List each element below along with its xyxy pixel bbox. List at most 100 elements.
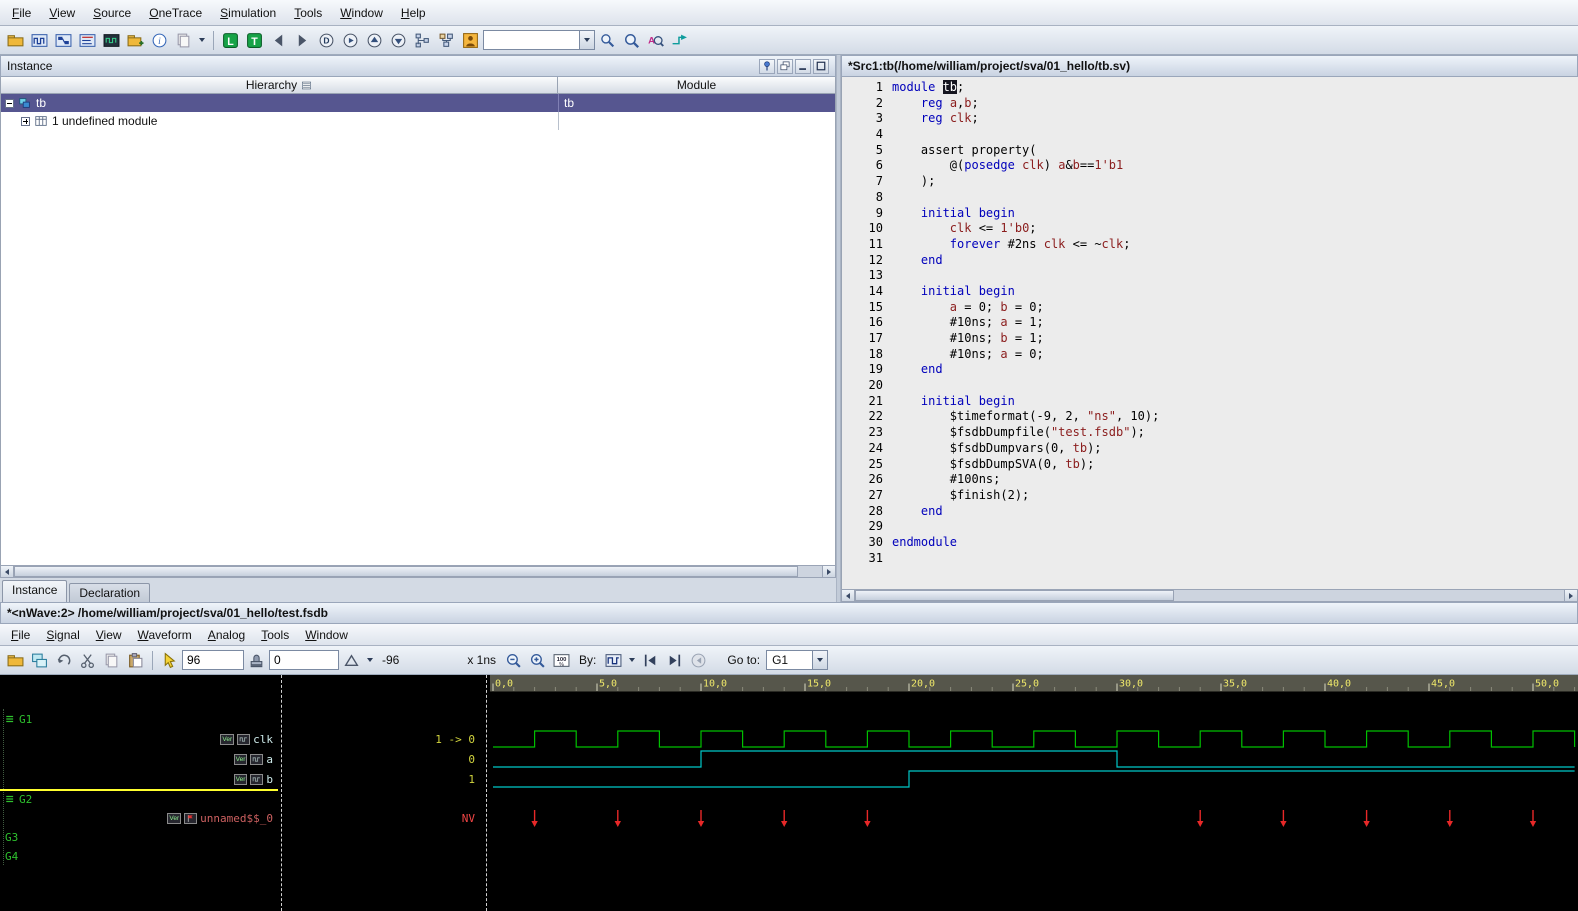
find-string-combo-dropdown[interactable] xyxy=(579,31,594,49)
source-line[interactable]: 21 initial begin xyxy=(842,394,1578,410)
next-scope-button[interactable] xyxy=(387,29,410,52)
search-left-button[interactable] xyxy=(639,649,662,672)
search-right-button[interactable] xyxy=(663,649,686,672)
source-line[interactable]: 29 xyxy=(842,519,1578,535)
source-line[interactable]: 17 #10ns; b = 1; xyxy=(842,331,1578,347)
source-line[interactable]: 2 reg a,b; xyxy=(842,96,1578,112)
signal-row-a[interactable]: Ver a xyxy=(233,750,273,768)
source-hscrollbar[interactable] xyxy=(841,589,1578,602)
main-menu-file[interactable]: File xyxy=(3,2,40,24)
find-backward-button[interactable] xyxy=(596,29,619,52)
trace-driver-button[interactable]: D xyxy=(315,29,338,52)
open-database-button[interactable] xyxy=(4,29,27,52)
signal-row-b[interactable]: Ver b xyxy=(233,770,273,788)
search-mode-caret[interactable] xyxy=(626,650,638,670)
source-line[interactable]: 8 xyxy=(842,190,1578,206)
previous-scope-button[interactable] xyxy=(363,29,386,52)
marker-button[interactable] xyxy=(340,649,363,672)
hierarchy-view-button[interactable] xyxy=(411,29,434,52)
source-line[interactable]: 10 clk <= 1'b0; xyxy=(842,221,1578,237)
source-line[interactable]: 19 end xyxy=(842,362,1578,378)
main-menu-simulation[interactable]: Simulation xyxy=(211,2,285,24)
source-window-button[interactable] xyxy=(76,29,99,52)
main-menu-help[interactable]: Help xyxy=(392,2,435,24)
hierarchy-row-tb[interactable]: tb tb xyxy=(1,94,835,112)
nwave-menu-analog[interactable]: Analog xyxy=(200,626,253,644)
source-line[interactable]: 14 initial begin xyxy=(842,284,1578,300)
source-line[interactable]: 20 xyxy=(842,378,1578,394)
tab-declaration[interactable]: Declaration xyxy=(69,583,151,602)
scroll-thumb[interactable] xyxy=(855,590,1175,601)
scroll-right-button[interactable] xyxy=(822,566,835,577)
nwave-menu-waveform[interactable]: Waveform xyxy=(130,626,200,644)
hierarchy-row-1-undefined-module[interactable]: 1 undefined module xyxy=(1,112,835,130)
source-code[interactable]: 1 module tb; 2 reg a,b; 3 reg clk; 4 5 assert… xyxy=(841,77,1578,589)
hierarchy-tree[interactable]: tb tb 1 undefined module xyxy=(0,94,836,565)
source-line[interactable]: 16 #10ns; a = 1; xyxy=(842,315,1578,331)
forward-button[interactable] xyxy=(291,29,314,52)
select-cursor-button[interactable] xyxy=(158,649,181,672)
schematic-window-button[interactable] xyxy=(52,29,75,52)
source-panel-titlebar[interactable]: *Src1:tb(/home/william/project/sva/01_he… xyxy=(841,55,1578,77)
source-line[interactable]: 13 xyxy=(842,268,1578,284)
source-line[interactable]: 24 $fsdbDumpvars(0, tb); xyxy=(842,441,1578,457)
expand-icon[interactable] xyxy=(21,116,30,126)
wave-group-g3[interactable]: G3 xyxy=(5,828,18,846)
trace-connectivity-button[interactable] xyxy=(668,29,691,52)
find-string-combo[interactable] xyxy=(483,30,595,50)
nwave-menu-signal[interactable]: Signal xyxy=(38,626,87,644)
flat-view-button[interactable] xyxy=(435,29,458,52)
source-line[interactable]: 12 end xyxy=(842,253,1578,269)
cut-button[interactable] xyxy=(76,649,99,672)
name-value-splitter[interactable] xyxy=(278,675,285,911)
signal-row-unnamed-0[interactable]: Ver unnamed$$_0 xyxy=(167,809,273,827)
goto-group-combo[interactable]: G1 xyxy=(766,650,829,670)
zoom-in-button[interactable] xyxy=(526,649,549,672)
waveform-canvas[interactable]: 0,0 5,0 10,0 15,0 20,0 25,0 30,0 35,0 40,0 45,0 50… xyxy=(490,675,1578,910)
source-line[interactable]: 11 forever #2ns clk <= ~clk; xyxy=(842,237,1578,253)
find-forward-button[interactable] xyxy=(620,29,643,52)
source-line[interactable]: 28 end xyxy=(842,504,1578,520)
source-line[interactable]: 27 $finish(2); xyxy=(842,488,1578,504)
minimize-button[interactable] xyxy=(795,58,811,74)
source-line[interactable]: 4 xyxy=(842,127,1578,143)
source-line[interactable]: 22 $timeformat(-9, 2, "ns", 10); xyxy=(842,409,1578,425)
find-text-button[interactable]: A xyxy=(644,29,667,52)
tab-instance[interactable]: Instance xyxy=(2,580,68,602)
session-button[interactable] xyxy=(124,29,147,52)
nwave-titlebar[interactable]: *<nWave:2> /home/william/project/sva/01_… xyxy=(0,602,1578,624)
zoom-fit-button[interactable]: 100% xyxy=(550,649,573,672)
marker-caret[interactable] xyxy=(364,650,376,670)
source-line[interactable]: 6 @(posedge clk) a&b==1'b1 xyxy=(842,158,1578,174)
scroll-track[interactable] xyxy=(14,566,822,577)
column-list-icon[interactable] xyxy=(301,80,312,91)
group-expand-icon[interactable] xyxy=(5,714,15,724)
source-line[interactable]: 25 $fsdbDumpSVA(0, tb); xyxy=(842,457,1578,473)
source-line[interactable]: 1 module tb; xyxy=(842,80,1578,96)
source-line[interactable]: 7 ); xyxy=(842,174,1578,190)
turbo-load-button[interactable]: L xyxy=(219,29,242,52)
main-menu-onetrace[interactable]: OneTrace xyxy=(140,2,211,24)
copy-options-caret[interactable] xyxy=(196,30,208,50)
pin-button[interactable] xyxy=(759,58,775,74)
value-wave-splitter[interactable] xyxy=(483,675,490,911)
source-line[interactable]: 30 endmodule xyxy=(842,535,1578,551)
scroll-track[interactable] xyxy=(855,590,1564,601)
wave-panel[interactable]: 0,0 5,0 10,0 15,0 20,0 25,0 30,0 35,0 40,0 45,0 50… xyxy=(490,675,1578,911)
scroll-right-button[interactable] xyxy=(1564,590,1577,601)
source-line[interactable]: 9 initial begin xyxy=(842,206,1578,222)
hierarchy-column-header[interactable]: Hierarchy xyxy=(1,77,558,93)
zoom-out-button[interactable] xyxy=(502,649,525,672)
main-menu-view[interactable]: View xyxy=(40,2,84,24)
signal-row-clk[interactable]: Ver clk xyxy=(220,730,273,748)
group-expand-icon[interactable] xyxy=(5,794,15,804)
nwave-menu-file[interactable]: File xyxy=(3,626,38,644)
signal-value-panel[interactable]: 1 -> 0 0 1 NV xyxy=(285,675,483,911)
search-time-field[interactable] xyxy=(182,650,244,670)
nwave-menu-tools[interactable]: Tools xyxy=(253,626,297,644)
source-line[interactable]: 3 reg clk; xyxy=(842,111,1578,127)
signal-name-panel[interactable]: G1 Ver clk Ver a Ver b G2 Ver unnamed$$_0 G3 G4 xyxy=(0,675,278,911)
source-line[interactable]: 5 assert property( xyxy=(842,143,1578,159)
goto-group-combo-dropdown[interactable] xyxy=(812,651,828,669)
source-line[interactable]: 23 $fsdbDumpfile("test.fsdb"); xyxy=(842,425,1578,441)
